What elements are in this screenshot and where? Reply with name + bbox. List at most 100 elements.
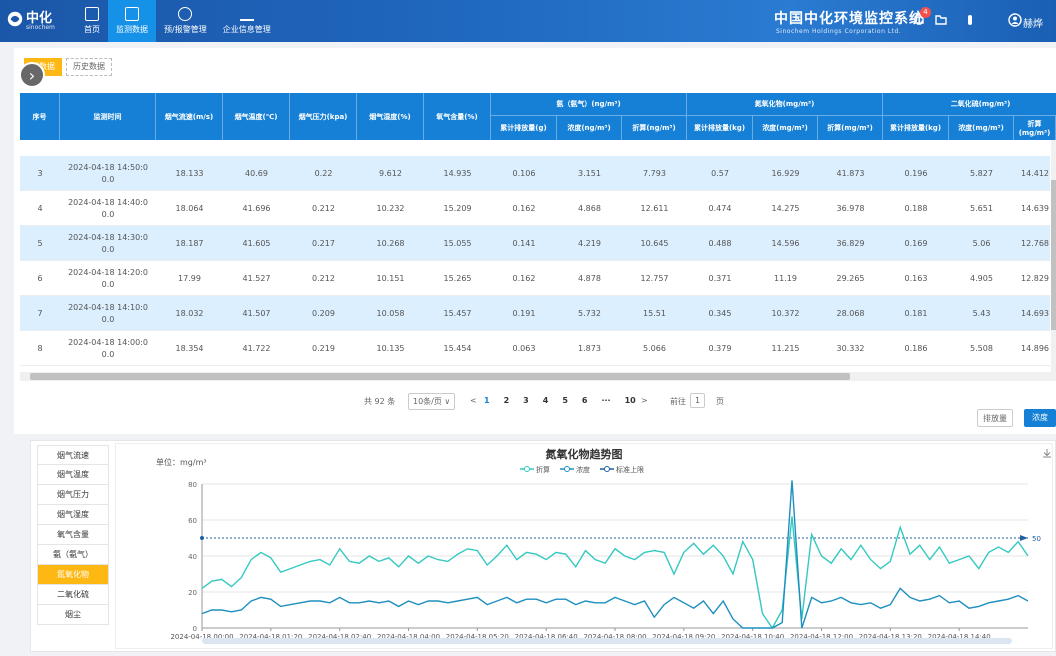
- sidebar-item-5[interactable]: 氨（氨气）: [37, 545, 109, 565]
- table-cell: 2024-04-18 14:40:0 0.0: [68, 197, 148, 219]
- table-cell: 14.275: [771, 203, 800, 213]
- table-cell: 28.068: [836, 308, 865, 318]
- sidebar-item-0[interactable]: 烟气流速: [37, 445, 109, 465]
- table-cell: 16.929: [771, 168, 800, 178]
- nav-enterprise-label: 企业信息管理: [222, 25, 271, 34]
- legend-concentration[interactable]: 浓度: [576, 465, 590, 474]
- legend-marker-concentration: [564, 466, 570, 472]
- page-number-5[interactable]: 5: [562, 396, 568, 405]
- table-cell: 1.873: [578, 343, 601, 353]
- table-cell: 41.605: [242, 238, 271, 248]
- col-temp: 烟气温度(℃): [223, 93, 290, 140]
- sidebar-item-3[interactable]: 烟气湿度: [37, 505, 109, 525]
- table-cell: 8: [37, 343, 43, 353]
- page-size-select[interactable]: 10条/页 ∨: [408, 393, 456, 410]
- vertical-scroll-thumb[interactable]: [1051, 180, 1056, 330]
- page-number-1[interactable]: 1: [484, 396, 490, 405]
- col-oxygen: 氧气含量(%): [424, 93, 491, 140]
- table-cell: 15.457: [443, 308, 472, 318]
- emission-button[interactable]: 排放量: [977, 409, 1013, 427]
- system-title: 中国中化环境监控系统: [774, 11, 924, 27]
- folder-icon[interactable]: [934, 13, 948, 27]
- col-group-ammonia: 氨（氨气）(ng/m³): [491, 93, 687, 116]
- table-row[interactable]: 4 2024-04-18 14:40:0 0.0 18.064 41.696 0.212 1…: [20, 191, 1050, 226]
- user-name[interactable]: 赫烨: [1023, 15, 1043, 30]
- table-row[interactable]: 3 2024-04-18 14:50:0 0.0 18.133 40.69 0.22 9.6…: [20, 156, 1050, 191]
- sidebar-toggle-button[interactable]: ›: [19, 62, 45, 88]
- table-cell: 2024-04-18 14:10:0 0.0: [68, 302, 148, 324]
- table-cell: 0.196: [904, 168, 928, 178]
- table-cell: 0.217: [312, 238, 335, 248]
- table-row[interactable]: 7 2024-04-18 14:10:0 0.0 18.032 41.507 0.209 1…: [20, 296, 1050, 331]
- nav-enterprise[interactable]: 企业信息管理: [215, 0, 279, 42]
- legend-limit[interactable]: 标准上限: [616, 465, 644, 474]
- chart-title: 氮氧化物趋势图: [546, 447, 623, 461]
- sidebar-item-6[interactable]: 氮氧化物: [37, 565, 109, 585]
- table-cell: 10.135: [376, 343, 405, 353]
- nav-alarm[interactable]: 预/报警管理: [156, 0, 215, 42]
- col-amm-total: 累计排放量(g): [491, 116, 557, 140]
- table-row[interactable]: 5 2024-04-18 14:30:0 0.0 18.187 41.605 0.217 1…: [20, 226, 1050, 261]
- table-cell: 14.935: [443, 168, 472, 178]
- trend-section: 烟气流速 烟气温度 烟气压力 烟气湿度 氧气含量 氨（氨气） 氮氧化物 二氧化硫 烟尘 单位：m…: [30, 440, 1056, 652]
- table-row[interactable]: 6 2024-04-18 14:20:0 0.0 17.99 41.527 0.212 10…: [20, 261, 1050, 296]
- nav-monitor-data[interactable]: 监测数据: [108, 0, 156, 42]
- sidebar-item-8[interactable]: 烟尘: [37, 605, 109, 625]
- legend-converted[interactable]: 折算: [536, 465, 550, 474]
- table-cell: 40.69: [245, 168, 268, 178]
- y-tick-label: 40: [188, 553, 197, 561]
- legend-marker-limit: [604, 466, 610, 472]
- next-page-button[interactable]: >: [641, 396, 648, 405]
- brand-logo[interactable]: 中化 sinochem: [6, 7, 58, 35]
- table-cell: 41.722: [242, 343, 271, 353]
- page-number-10[interactable]: 10: [625, 396, 636, 405]
- chart-zoom-slider[interactable]: [202, 638, 1012, 644]
- page-number-4[interactable]: 4: [543, 396, 549, 405]
- horizontal-scroll-thumb[interactable]: [30, 373, 850, 380]
- table-cell: 41.696: [242, 203, 271, 213]
- sidebar-item-2[interactable]: 烟气压力: [37, 485, 109, 505]
- page-number-2[interactable]: 2: [504, 396, 510, 405]
- notice-icon[interactable]: [963, 13, 977, 27]
- trend-chart: 单位：mg/m³ 氮氧化物趋势图 折算 浓度 标准上限 0 20 40 60 80 202…: [115, 443, 1053, 649]
- goto-page-input[interactable]: 1: [690, 393, 706, 408]
- table-cell: 5.43: [972, 308, 991, 318]
- concentration-button[interactable]: 浓度: [1024, 409, 1056, 427]
- table-cell: 0.186: [904, 343, 928, 353]
- table-cell: 14.412: [1021, 168, 1049, 178]
- table-cell: 7: [37, 308, 43, 318]
- page-number-6[interactable]: 6: [582, 396, 588, 405]
- page-number-3[interactable]: 3: [523, 396, 529, 405]
- table-cell: 15.51: [643, 308, 666, 318]
- table-cell: 0.379: [708, 343, 732, 353]
- table-horizontal-scrollbar[interactable]: [20, 372, 1056, 381]
- table-cell: 6: [37, 273, 43, 283]
- user-avatar-icon[interactable]: [1008, 13, 1022, 27]
- table-vertical-scrollbar[interactable]: [1051, 140, 1056, 372]
- table-cell: 0.162: [512, 203, 536, 213]
- table-cell: 36.829: [836, 238, 865, 248]
- col-nox-total: 累计排放量(kg): [687, 116, 753, 140]
- table-cell: 0.169: [904, 238, 928, 248]
- chart-plot-area: 50: [200, 480, 1041, 630]
- table-cell: 12.757: [640, 273, 669, 283]
- tab-history-data[interactable]: 历史数据: [66, 58, 112, 76]
- table-cell: 18.064: [175, 203, 204, 213]
- download-icon[interactable]: [1043, 449, 1051, 458]
- data-panel: 时数据 历史数据 序号 监测时间 烟气流速(m/s) 烟气温度(℃) 烟气压力(…: [14, 48, 1056, 434]
- enterprise-icon: [239, 7, 254, 21]
- table-cell: 5.827: [970, 168, 993, 178]
- chart-legend[interactable]: 折算 浓度 标准上限: [520, 465, 644, 474]
- table-cell: 4.878: [578, 273, 601, 283]
- table-cell: 5.651: [970, 203, 993, 213]
- table-row[interactable]: 8 2024-04-18 14:00:0 0.0 18.354 41.722 0.219 1…: [20, 331, 1050, 366]
- sidebar-item-4[interactable]: 氧气含量: [37, 525, 109, 545]
- page-number-···[interactable]: ···: [601, 396, 610, 405]
- table-cell: 10.372: [771, 308, 800, 318]
- table-cell: 10.268: [376, 238, 405, 248]
- chart-unit-label: 单位：mg/m³: [156, 457, 207, 467]
- nav-home[interactable]: 首页: [76, 0, 108, 42]
- prev-page-button[interactable]: <: [470, 396, 477, 405]
- sidebar-item-1[interactable]: 烟气温度: [37, 465, 109, 485]
- sidebar-item-7[interactable]: 二氧化硫: [37, 585, 109, 605]
